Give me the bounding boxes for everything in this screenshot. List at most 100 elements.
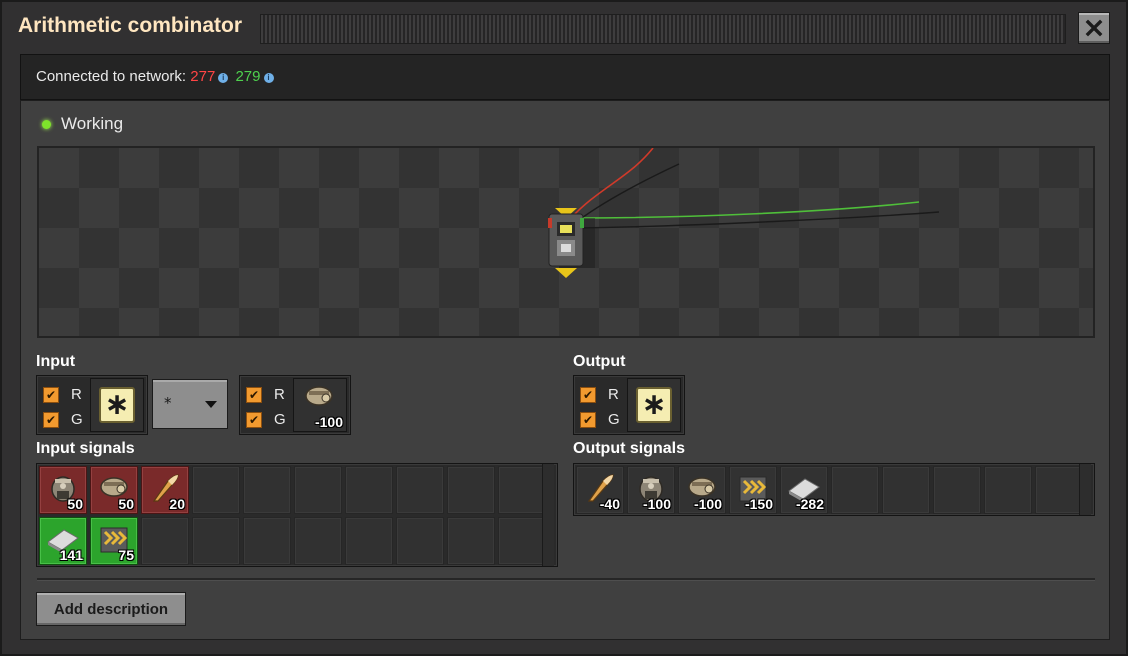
constant-value: -100 [314, 414, 343, 430]
input-signals-grid: 50 50 20 141 75 [36, 463, 558, 567]
title-bar: Arithmetic combinator [2, 2, 1126, 52]
separator [37, 578, 1095, 581]
green-wire [574, 201, 920, 219]
window-title: Arithmetic combinator [18, 14, 243, 37]
checkbox[interactable]: ✔ [580, 386, 596, 403]
status-text: Working [61, 114, 124, 133]
output-label: Output [573, 353, 626, 370]
operator-dropdown[interactable]: * [152, 379, 228, 429]
signal-count: -150 [744, 496, 773, 512]
checkbox[interactable]: ✔ [43, 386, 59, 403]
each-signal-icon: ∗ [636, 387, 672, 423]
signal-slot[interactable]: 50 [39, 466, 87, 514]
signal-slot[interactable]: 75 [90, 517, 138, 565]
engine-unit-icon [305, 386, 333, 406]
empty-signal-slot [243, 466, 291, 514]
checkbox[interactable]: ✔ [246, 386, 262, 403]
output-signal-button[interactable]: ∗ [627, 378, 681, 432]
signal-count: 20 [169, 496, 185, 512]
empty-signal-slot [498, 517, 546, 565]
output-green-toggle[interactable]: ✔ G [580, 411, 620, 428]
close-button[interactable] [1078, 12, 1110, 44]
empty-signal-slot [396, 517, 444, 565]
signal-slot[interactable]: 50 [90, 466, 138, 514]
combinator-sprite [548, 208, 595, 278]
signal-slot[interactable]: -100 [678, 466, 726, 514]
main-content: Working Input ✔ R ✔ G ∗ * ✔ R ✔ G -100 O… [20, 100, 1110, 640]
signal-count: 50 [118, 496, 134, 512]
empty-signal-slot [831, 466, 879, 514]
signal-slot[interactable]: -100 [627, 466, 675, 514]
signal-count: 75 [118, 547, 134, 563]
network-connection-text: Connected to network: 277 i 279 i [36, 68, 277, 85]
red-wire-label: R [71, 386, 82, 403]
output-signals-label: Output signals [573, 440, 685, 457]
signal-count: -100 [642, 496, 671, 512]
output-signals-scrollbar[interactable] [1079, 464, 1091, 515]
green-network-id: 279 [235, 68, 261, 85]
add-description-button[interactable]: Add description [36, 592, 186, 626]
chevron-down-icon [205, 401, 217, 408]
empty-signal-slot [396, 466, 444, 514]
input-signals-scrollbar[interactable] [542, 464, 554, 566]
signal-slot[interactable]: 141 [39, 517, 87, 565]
empty-signal-slot [1035, 466, 1083, 514]
drag-handle[interactable] [260, 14, 1066, 44]
input-second-signal-panel: ✔ R ✔ G -100 [239, 375, 351, 435]
red-network-id: 277 [190, 68, 216, 85]
info-icon[interactable]: i [218, 73, 229, 83]
output-signal-panel: ✔ R ✔ G ∗ [573, 375, 685, 435]
empty-signal-slot [447, 466, 495, 514]
signal-count: -100 [693, 496, 722, 512]
input-second-signal-button[interactable]: -100 [293, 378, 347, 432]
red-wire-label: R [608, 386, 619, 403]
input-second-red-toggle[interactable]: ✔ R [246, 386, 285, 403]
status-indicator-icon [42, 120, 51, 129]
each-signal-icon: ∗ [99, 387, 135, 423]
output-red-toggle[interactable]: ✔ R [580, 386, 619, 403]
input-label: Input [36, 353, 76, 370]
checkbox[interactable]: ✔ [43, 411, 59, 428]
empty-signal-slot [345, 466, 393, 514]
empty-signal-slot [984, 466, 1032, 514]
empty-signal-slot [243, 517, 291, 565]
arithmetic-combinator-window: Arithmetic combinator Connected to netwo… [0, 0, 1128, 656]
input-signals-label: Input signals [36, 440, 135, 457]
signal-slot[interactable]: -150 [729, 466, 777, 514]
checkbox[interactable]: ✔ [246, 411, 262, 428]
empty-signal-slot [192, 466, 240, 514]
entity-preview-drawing [548, 148, 940, 278]
green-wire-label: G [274, 411, 286, 428]
empty-signal-slot [447, 517, 495, 565]
input-first-red-toggle[interactable]: ✔ R [43, 386, 82, 403]
output-signals-grid: -40 -100 -100 -150 -282 [573, 463, 1095, 516]
empty-signal-slot [933, 466, 981, 514]
empty-signal-slot [882, 466, 930, 514]
info-icon[interactable]: i [263, 73, 274, 83]
empty-signal-slot [498, 466, 546, 514]
empty-signal-slot [192, 517, 240, 565]
signal-slot[interactable]: -282 [780, 466, 828, 514]
network-label: Connected to network: [36, 68, 187, 85]
input-second-green-toggle[interactable]: ✔ G [246, 411, 286, 428]
input-first-signal-panel: ✔ R ✔ G ∗ [36, 375, 148, 435]
signal-count: 141 [59, 547, 83, 563]
signal-count: 50 [67, 496, 83, 512]
red-wire-label: R [274, 386, 285, 403]
operator-value: * [164, 394, 172, 412]
input-first-signal-button[interactable]: ∗ [90, 378, 144, 432]
network-bar: Connected to network: 277 i 279 i [20, 54, 1110, 100]
green-wire-label: G [71, 411, 83, 428]
empty-signal-slot [294, 517, 342, 565]
empty-signal-slot [141, 517, 189, 565]
signal-slot[interactable]: -40 [576, 466, 624, 514]
green-wire-label: G [608, 411, 620, 428]
signal-count: -40 [599, 496, 620, 512]
checkbox[interactable]: ✔ [580, 411, 596, 428]
close-icon [1085, 19, 1103, 37]
empty-signal-slot [345, 517, 393, 565]
signal-slot[interactable]: 20 [141, 466, 189, 514]
signal-count: -282 [795, 496, 824, 512]
input-first-green-toggle[interactable]: ✔ G [43, 411, 83, 428]
entity-preview[interactable] [37, 146, 1095, 338]
